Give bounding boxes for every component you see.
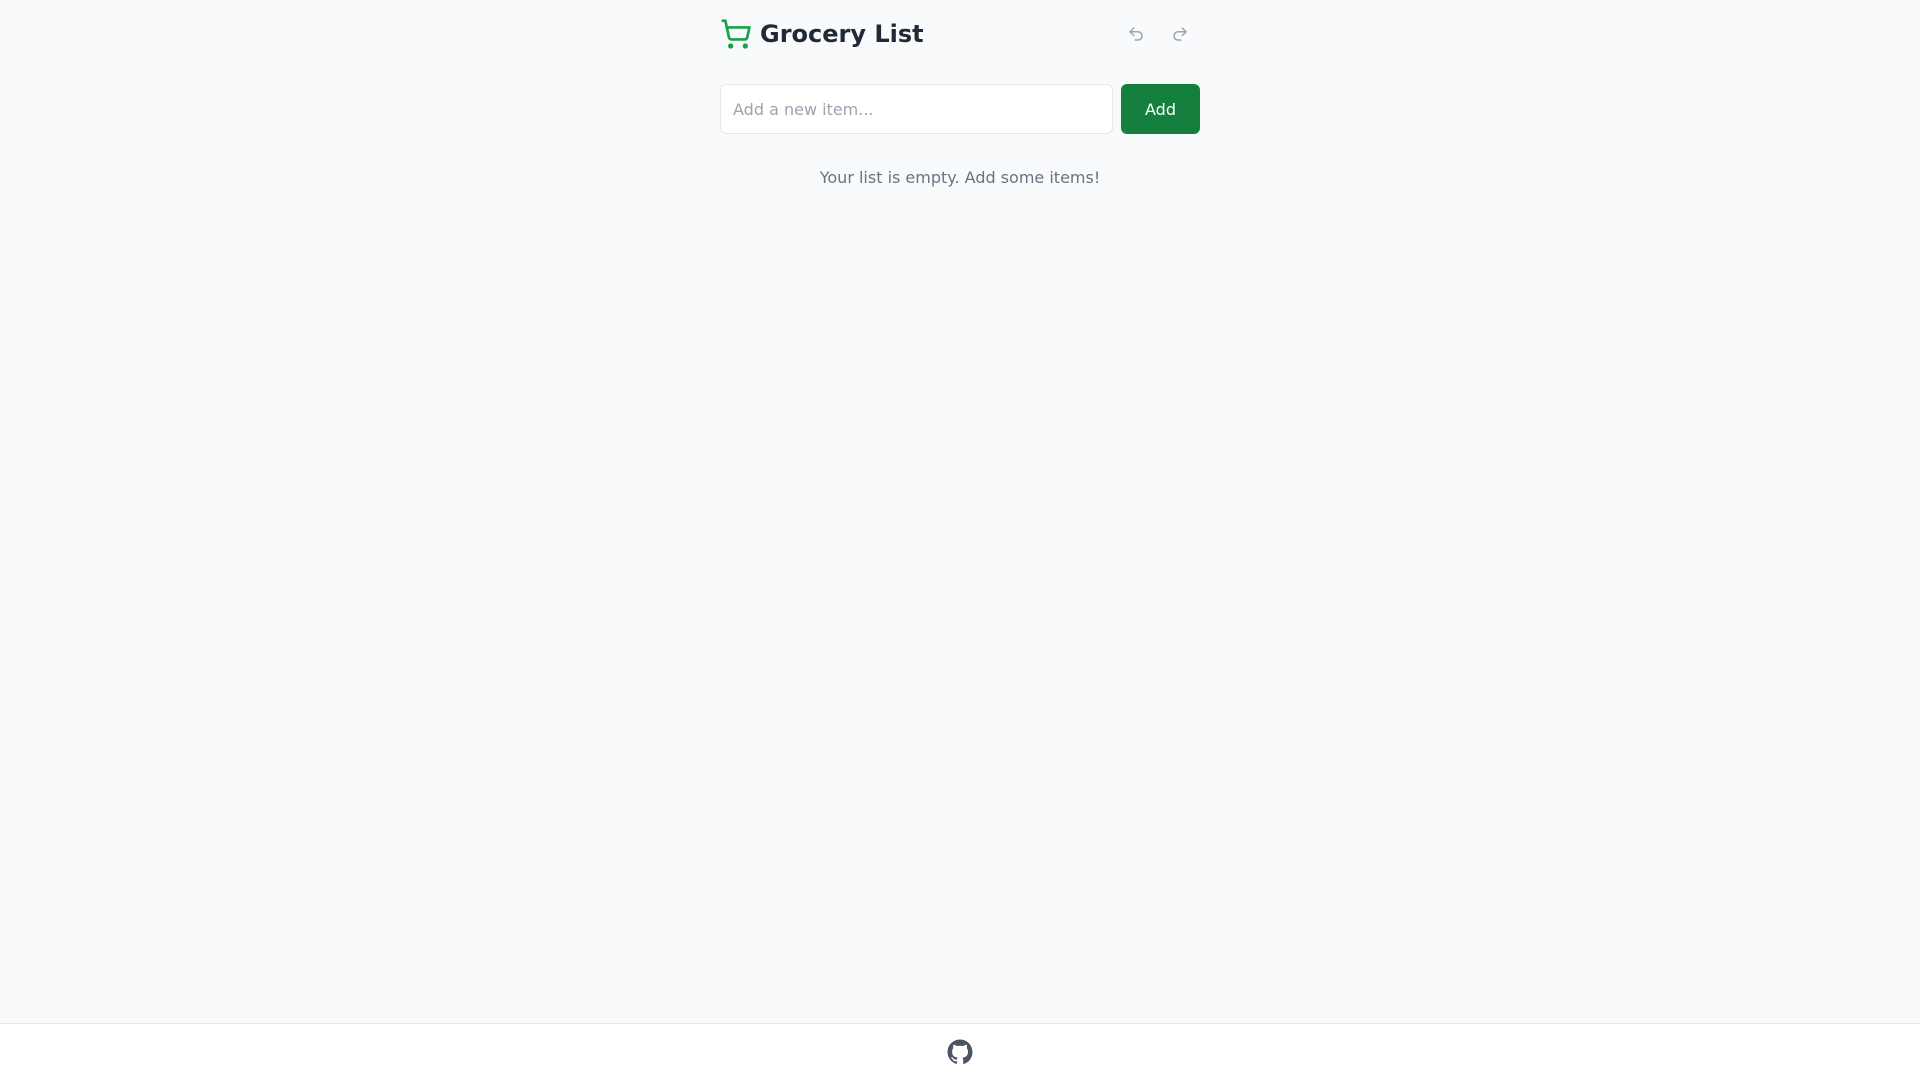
add-item-form: Add: [720, 84, 1200, 134]
main-container: Grocery List Add a new item... Add Your …: [720, 0, 1200, 187]
redo-button[interactable]: [1162, 16, 1198, 52]
empty-list-message: Your list is empty. Add some items!: [819, 168, 1101, 187]
redo-icon: [1171, 25, 1189, 43]
app-page: Grocery List Add a new item... Add Your …: [0, 0, 1920, 1080]
new-item-input[interactable]: [720, 84, 1113, 134]
github-icon: [947, 1039, 973, 1065]
footer: [0, 1023, 1920, 1080]
shopping-cart-icon: [720, 18, 752, 50]
header: Grocery List: [720, 0, 1200, 68]
undo-button[interactable]: [1118, 16, 1154, 52]
page-title: Grocery List: [760, 20, 924, 48]
history-controls: [1118, 16, 1198, 52]
add-button[interactable]: Add: [1121, 84, 1200, 134]
undo-icon: [1127, 25, 1145, 43]
title-group: Grocery List: [720, 18, 924, 50]
github-link[interactable]: [947, 1039, 973, 1065]
